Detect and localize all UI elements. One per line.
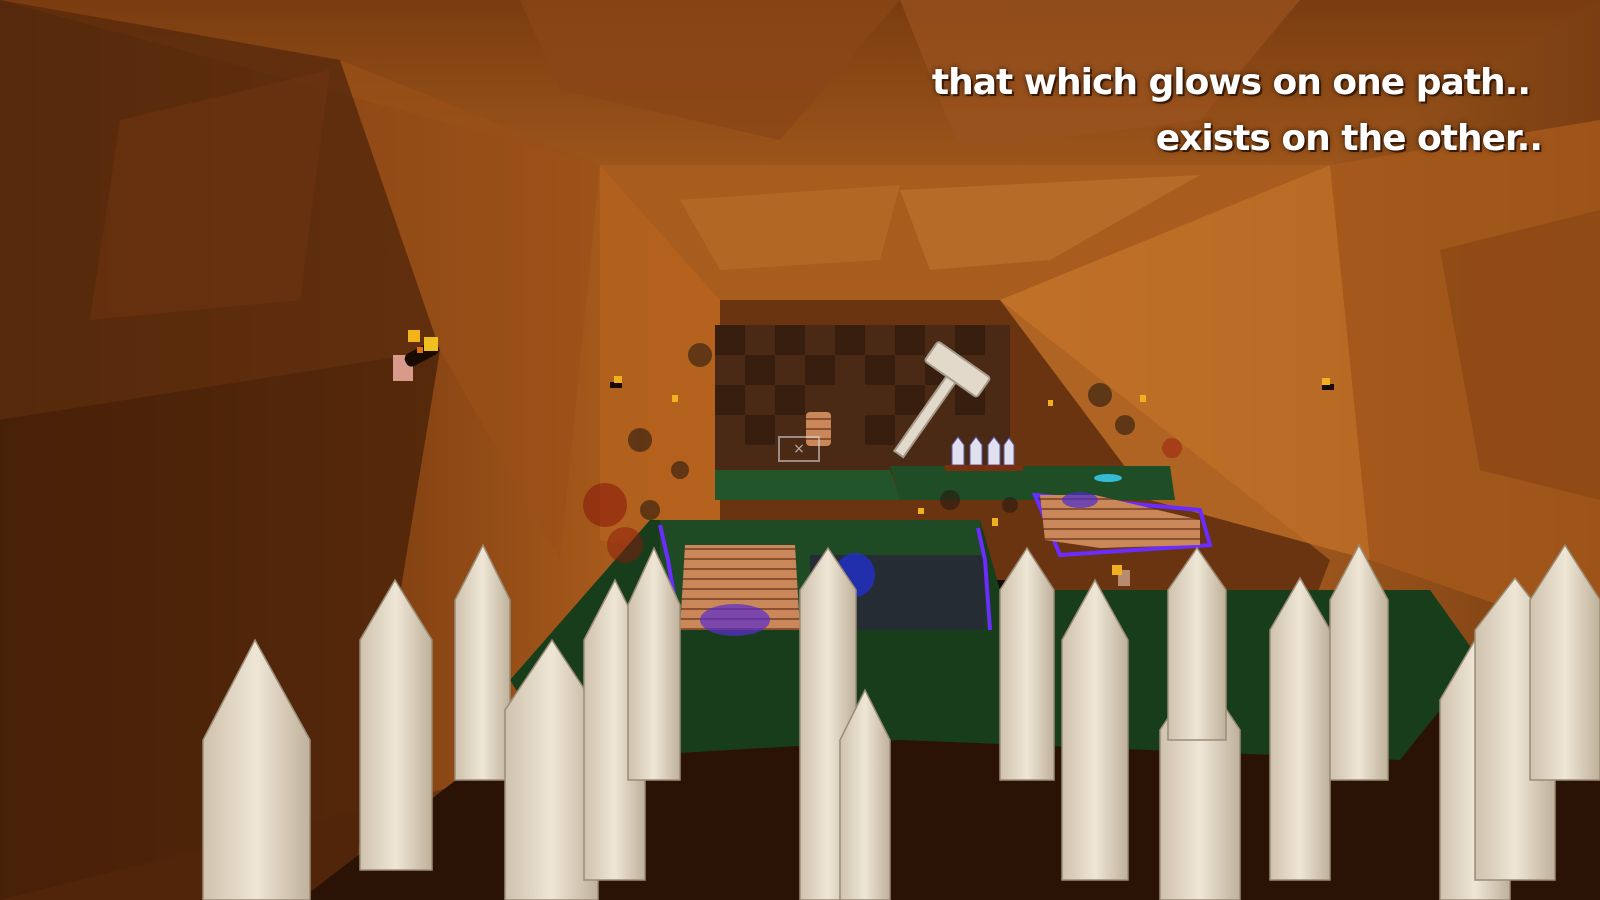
- crosshair-icon: ×: [778, 436, 820, 462]
- game-viewport[interactable]: that which glows on one path.. exists on…: [0, 0, 1600, 900]
- hint-line-1: that which glows on one path..: [931, 62, 1531, 103]
- hint-line-2: exists on the other..: [1155, 118, 1543, 159]
